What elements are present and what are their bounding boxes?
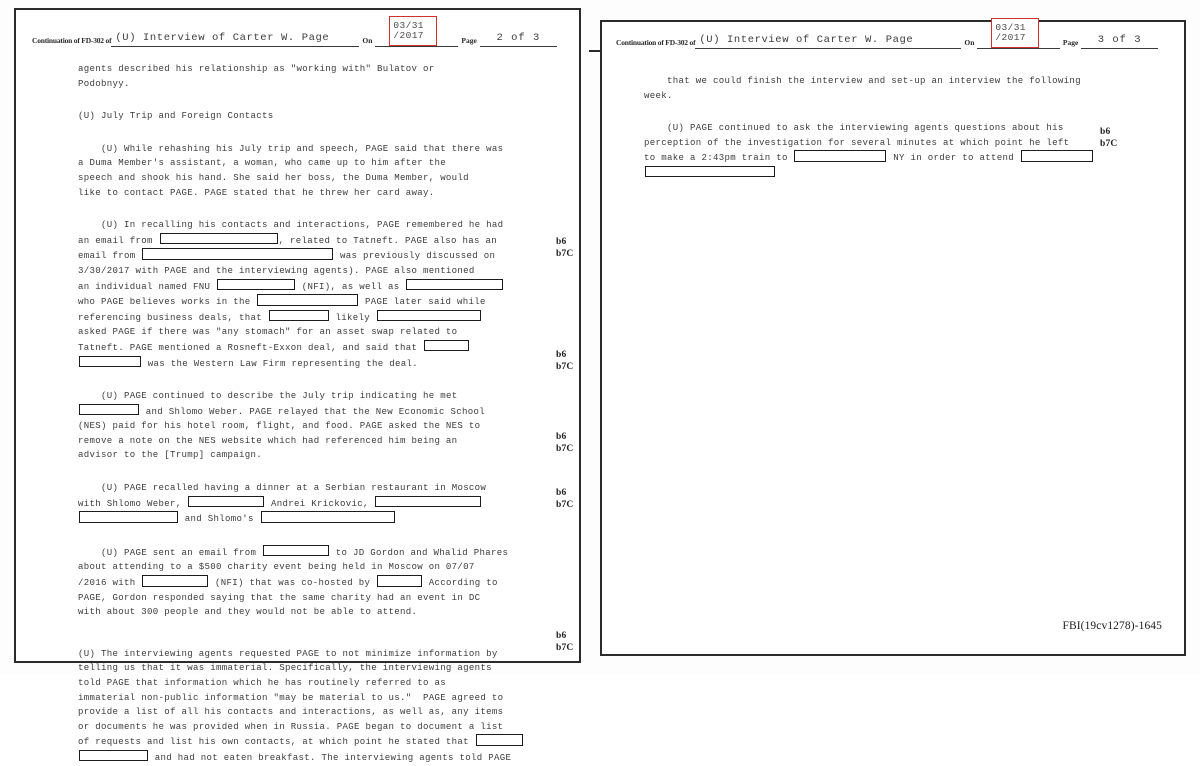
exemption-code: b6: [556, 237, 567, 247]
p-contacts-tatneft: (U) In recalling his contacts and intera…: [78, 219, 504, 369]
redaction-box: [159, 232, 278, 245]
header-subject-field: (U) Interview of Carter W. Page: [111, 32, 360, 47]
redaction-box: [794, 150, 887, 162]
redaction-box: [188, 495, 265, 508]
redaction-box: [216, 278, 295, 291]
header-page-number: 3 of 3: [1081, 34, 1158, 49]
exemption-code: b7C: [556, 362, 574, 372]
p-nes: (U) PAGE continued to describe the July …: [78, 390, 485, 461]
redaction-box: [79, 355, 141, 367]
redaction-box: [268, 309, 329, 322]
header-page-number: 2 of 3: [479, 32, 557, 47]
exemption-code: b6: [556, 350, 567, 360]
exemption-code: b7C: [1100, 139, 1118, 149]
redaction-box: [376, 575, 422, 587]
redaction-box: [142, 248, 334, 260]
page-3-body: that we could finish the interview and s…: [644, 74, 1144, 182]
redaction-box: [376, 309, 481, 322]
page-2-body: agents described his relationship as "wo…: [78, 62, 548, 766]
exemption-code: b6: [556, 488, 567, 498]
p-july-speech: (U) While rehashing his July trip and sp…: [78, 142, 504, 198]
redaction-box: [645, 165, 775, 178]
exemption-code: b7C: [556, 444, 574, 454]
redaction-box: [475, 734, 523, 746]
exemption-code-marker: b6 b7C: [556, 630, 574, 654]
exemption-code-marker: b6 b7C: [556, 236, 574, 260]
redaction-box: [1020, 150, 1093, 162]
document-page-2: Continuation of FD-302 of (U) Interview …: [14, 8, 581, 763]
p-carryover: agents described his relationship as "wo…: [78, 63, 435, 89]
p-page-questions: (U) PAGE continued to ask the interviewi…: [644, 121, 1144, 181]
header-on-label: On: [362, 36, 373, 45]
exemption-code-marker: b6 b7C: [556, 431, 574, 455]
header-subject-field: (U) Interview of Carter W. Page: [695, 34, 962, 49]
exemption-code: b6: [556, 432, 567, 442]
exemption-code: b7C: [556, 500, 574, 510]
header-date-field: 03/31 /2017: [375, 16, 459, 47]
date-line-2: /2017: [393, 30, 424, 41]
continuation-label: Continuation of FD-302 of: [32, 36, 112, 45]
date-line-2: /2017: [995, 32, 1026, 43]
redaction-box: [260, 511, 395, 523]
header-page-label: Page: [1062, 38, 1079, 47]
scanned-document-viewer: Continuation of FD-302 of (U) Interview …: [0, 0, 1200, 763]
exemption-code: b6: [556, 631, 567, 641]
redaction-box: [79, 403, 139, 416]
exemption-code: b7C: [556, 643, 574, 653]
bates-number: FBI(19cv1278)-1645: [1062, 620, 1162, 632]
header-page-label: Page: [461, 36, 477, 45]
redaction-box: [79, 511, 178, 523]
redaction-box: [375, 495, 482, 508]
page-binding-tick: [589, 50, 602, 52]
exemption-code-marker: b6 b7C: [556, 349, 574, 373]
header-date-field: 03/31 /2017: [977, 18, 1060, 49]
page-header-right: Continuation of FD-302 of (U) Interview …: [602, 18, 1184, 49]
redaction-box: [142, 575, 209, 587]
redaction-box: [262, 544, 329, 557]
p-heading-july: (U) July Trip and Foreign Contacts: [78, 110, 274, 122]
exemption-code: b6: [1100, 127, 1111, 137]
page-header-left: Continuation of FD-302 of (U) Interview …: [16, 16, 579, 47]
exemption-code-marker: b6 b7C: [1100, 126, 1118, 150]
document-page-3: Continuation of FD-302 of (U) Interview …: [589, 18, 1186, 656]
redaction-box: [79, 749, 148, 762]
redaction-box: [406, 278, 504, 291]
exemption-code: b7C: [556, 249, 574, 259]
p-finish-interview: that we could finish the interview and s…: [644, 75, 1081, 101]
redaction-box: [423, 339, 469, 352]
p-charity: (U) PAGE sent an email from to JD Gordon…: [78, 544, 509, 618]
date-highlight-box: 03/31 /2017: [389, 16, 438, 46]
p-serbian-dinner: (U) PAGE recalled having a dinner at a S…: [78, 482, 487, 525]
exemption-code-marker: b6 b7C: [556, 487, 574, 511]
redaction-box: [257, 294, 359, 306]
continuation-label: Continuation of FD-302 of: [616, 38, 696, 47]
header-on-label: On: [964, 38, 975, 47]
date-highlight-box: 03/31 /2017: [991, 18, 1040, 48]
p-minimize: (U) The interviewing agents requested PA…: [78, 647, 548, 766]
